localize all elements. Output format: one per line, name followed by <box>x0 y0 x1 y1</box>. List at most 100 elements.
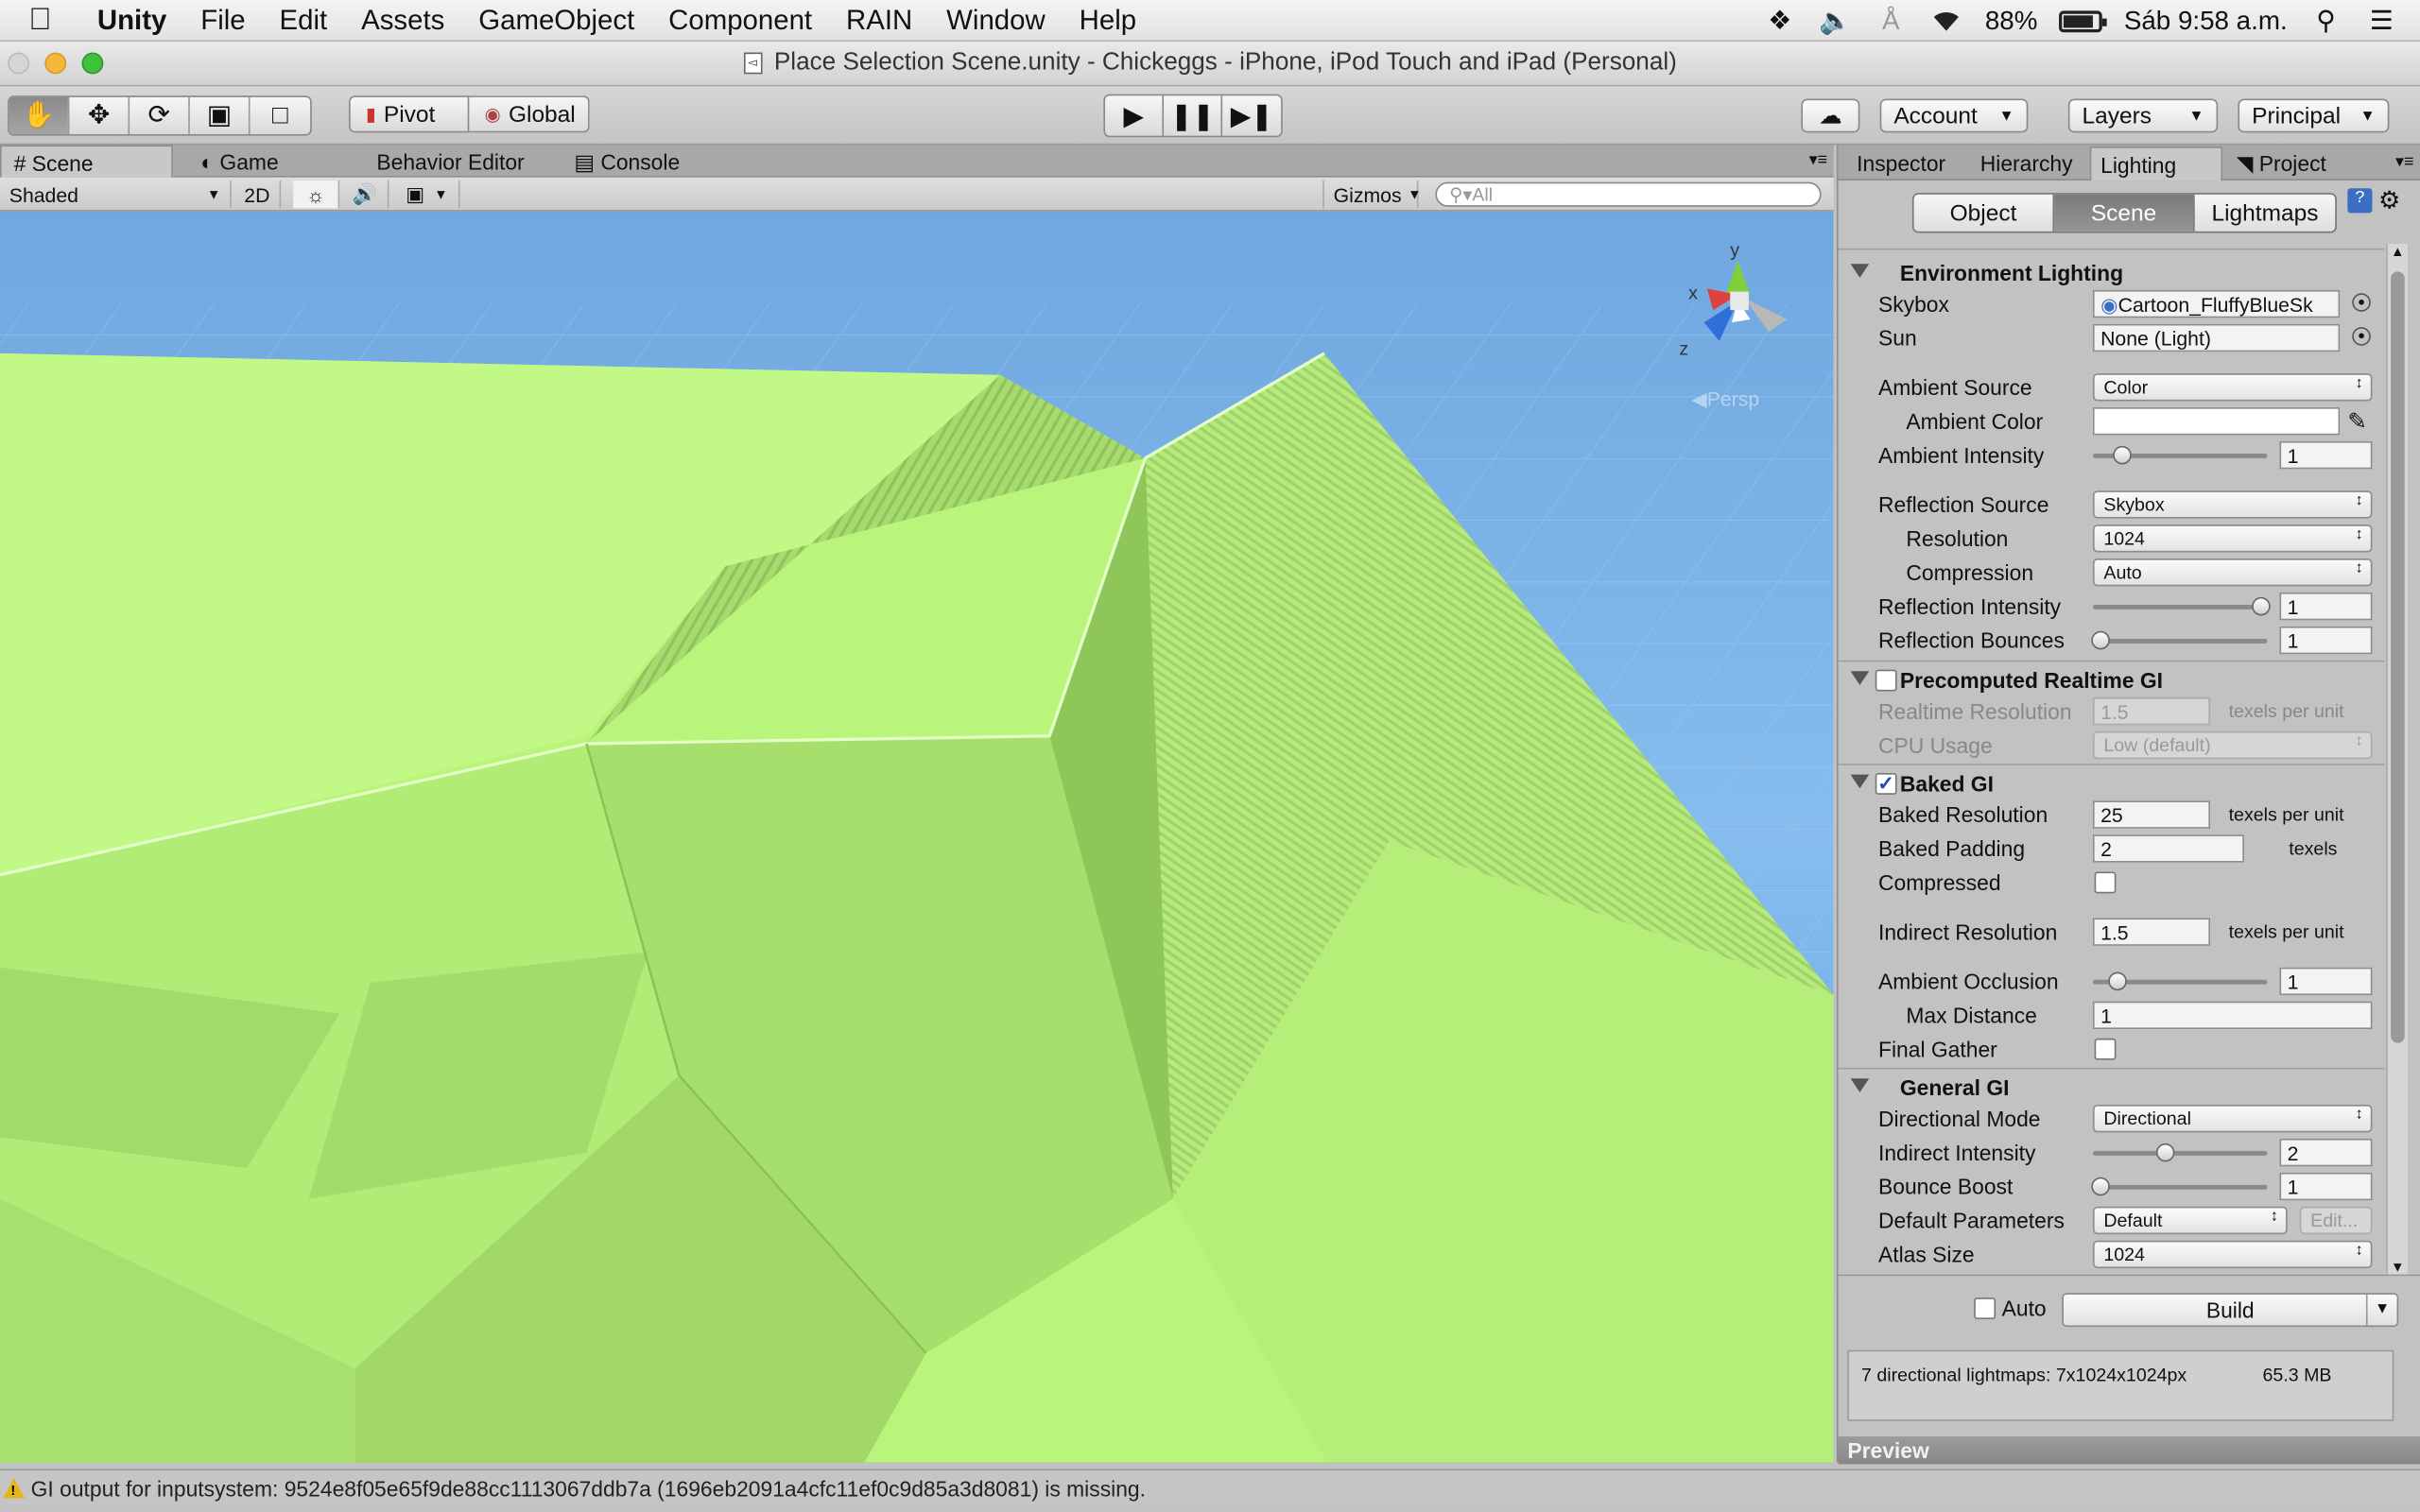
gizmos-dropdown[interactable]: Gizmos ▼ <box>1322 180 1422 209</box>
dropbox-icon[interactable]: ❖ <box>1763 8 1797 34</box>
tab-console[interactable]: ▤ Console <box>562 145 692 177</box>
bounce-boost-input[interactable]: 1 <box>2279 1172 2373 1201</box>
tab-inspector[interactable]: Inspector <box>1847 146 1955 180</box>
ambient-color-swatch[interactable] <box>2092 407 2341 436</box>
indirect-resolution-input[interactable]: 1.5 <box>2092 918 2211 946</box>
foldout-arrow-icon[interactable] <box>1850 1078 1870 1092</box>
preview-header[interactable]: Preview <box>1838 1436 2420 1465</box>
bounce-boost-slider[interactable] <box>2092 1184 2268 1190</box>
compressed-checkbox[interactable] <box>2094 871 2117 894</box>
play-icon[interactable]: ▶ <box>1105 95 1165 136</box>
panel-menu-icon[interactable]: ▾≡ <box>2395 151 2414 172</box>
tab-scene[interactable]: # Scene <box>0 145 173 178</box>
tab-project[interactable]: ◥ Project <box>2227 146 2336 180</box>
battery-icon[interactable] <box>2059 9 2107 32</box>
indirect-intensity-input[interactable]: 2 <box>2279 1138 2373 1167</box>
hand-tool-icon[interactable]: ✋ <box>9 96 70 135</box>
section-precomputed-realtime-gi[interactable]: Precomputed Realtime GI <box>1839 663 2385 697</box>
scale-tool-icon[interactable]: ▣ <box>190 96 251 135</box>
skybox-field[interactable]: ◉Cartoon_FluffyBlueSk <box>2092 289 2341 318</box>
status-bar[interactable]: ! GI output for inputsystem: 9524e8f05e6… <box>0 1469 2420 1506</box>
tab-lighting[interactable]: Lighting <box>2089 146 2223 181</box>
directional-mode-dropdown[interactable]: Directional ↕ <box>2092 1105 2373 1133</box>
slider-handle[interactable] <box>2155 1143 2175 1162</box>
pause-icon[interactable]: ❚❚ <box>1164 95 1223 136</box>
foldout-arrow-icon[interactable] <box>1850 671 1870 685</box>
eyedropper-icon[interactable]: ✎ <box>2347 407 2367 436</box>
object-picker-icon[interactable]: ● <box>2352 327 2371 346</box>
foldout-arrow-icon[interactable] <box>1850 774 1870 789</box>
pivot-toggle[interactable]: ▮ Pivot <box>348 95 470 133</box>
tab-game[interactable]: ◐ Game <box>188 145 291 177</box>
step-icon[interactable]: ▶❚ <box>1222 95 1281 135</box>
close-window-button[interactable] <box>8 52 30 75</box>
slider-handle[interactable] <box>2113 445 2132 465</box>
menu-file[interactable]: File <box>183 4 262 36</box>
menu-component[interactable]: Component <box>651 4 829 36</box>
default-parameters-dropdown[interactable]: Default ↕ <box>2092 1206 2288 1235</box>
object-picker-icon[interactable]: ● <box>2352 293 2371 312</box>
cpu-usage-dropdown[interactable]: Low (default) ↕ <box>2092 730 2373 760</box>
tab-object[interactable]: Object <box>1914 194 2055 232</box>
scene-viewport[interactable]: y x z ◀Persp <box>0 211 1834 1463</box>
baked-padding-input[interactable]: 2 <box>2092 834 2244 863</box>
baked-resolution-input[interactable]: 25 <box>2092 800 2211 829</box>
max-distance-input[interactable]: 1 <box>2092 1001 2373 1030</box>
tab-behavior-editor[interactable]: Behavior Editor <box>364 145 536 177</box>
zoom-window-button[interactable] <box>81 52 104 75</box>
ambient-occlusion-input[interactable]: 1 <box>2279 967 2373 996</box>
gear-icon[interactable]: ⚙ <box>2378 185 2400 216</box>
help-icon[interactable]: ? <box>2347 188 2373 214</box>
volume-icon[interactable]: 🔈 <box>1819 8 1853 34</box>
rect-tool-icon[interactable]: □ <box>250 97 310 134</box>
bluetooth-icon[interactable]: Å <box>1874 8 1908 34</box>
layers-dropdown[interactable]: Layers ▼ <box>2067 98 2219 133</box>
menu-window[interactable]: Window <box>929 4 1062 36</box>
section-baked-gi[interactable]: ✓ Baked GI <box>1839 766 2385 800</box>
baked-gi-checkbox[interactable]: ✓ <box>1875 772 1897 795</box>
global-toggle[interactable]: ◉ Global <box>469 95 590 133</box>
panel-menu-icon[interactable]: ▾≡ <box>1809 149 1828 170</box>
move-tool-icon[interactable]: ✥ <box>69 96 130 135</box>
spotlight-search-icon[interactable]: ⚲ <box>2309 8 2343 34</box>
tab-scene-lighting[interactable]: Scene <box>2054 194 2195 232</box>
scene-effects-dropdown[interactable]: ▣ ▼ <box>395 180 460 209</box>
reflection-bounces-input[interactable]: 1 <box>2279 626 2373 655</box>
notification-center-icon[interactable]: ☰ <box>2364 8 2398 34</box>
ambient-source-dropdown[interactable]: Color ↕ <box>2092 373 2373 402</box>
projection-label[interactable]: ◀Persp <box>1691 387 1759 412</box>
scene-orientation-gizmo[interactable]: y x z <box>1679 230 1803 384</box>
slider-handle[interactable] <box>2252 596 2271 616</box>
menu-assets[interactable]: Assets <box>344 4 461 36</box>
foldout-arrow-icon[interactable] <box>1850 264 1870 278</box>
indirect-intensity-slider[interactable] <box>2092 1150 2268 1156</box>
cloud-services-button[interactable]: ☁ <box>1801 98 1860 133</box>
account-dropdown[interactable]: Account ▼ <box>1879 98 2029 133</box>
tab-hierarchy[interactable]: Hierarchy <box>1971 146 2082 180</box>
layout-dropdown[interactable]: Principal ▼ <box>2238 98 2390 133</box>
reflection-source-dropdown[interactable]: Skybox ↕ <box>2092 490 2373 519</box>
realtime-resolution-input[interactable]: 1.5 <box>2092 696 2211 726</box>
edit-parameters-button[interactable]: Edit... <box>2299 1206 2373 1235</box>
scrollbar-thumb[interactable] <box>2391 271 2405 1043</box>
menu-help[interactable]: Help <box>1063 4 1153 36</box>
slider-handle[interactable] <box>2091 630 2110 650</box>
compression-dropdown[interactable]: Auto ↕ <box>2092 558 2373 587</box>
build-button[interactable]: Build ▼ <box>2062 1293 2399 1328</box>
final-gather-checkbox[interactable] <box>2094 1038 2117 1060</box>
slider-handle[interactable] <box>2091 1177 2110 1196</box>
slider-handle[interactable] <box>2108 971 2127 991</box>
scroll-up-icon[interactable]: ▲ <box>2391 244 2405 259</box>
section-general-gi[interactable]: General GI <box>1839 1071 2385 1105</box>
atlas-size-dropdown[interactable]: 1024 ↕ <box>2092 1240 2373 1269</box>
scene-search-input[interactable]: ⚲▾All <box>1435 181 1822 207</box>
apple-menu-icon[interactable]:  <box>0 2 80 38</box>
chevron-down-icon[interactable]: ▼ <box>2365 1294 2397 1326</box>
toggle-2d-button[interactable]: 2D <box>234 180 282 209</box>
scene-lighting-toggle[interactable]: ☼ <box>293 180 340 209</box>
sun-field[interactable]: None (Light) <box>2092 323 2341 352</box>
menu-gameobject[interactable]: GameObject <box>461 4 651 36</box>
resolution-dropdown[interactable]: 1024 ↕ <box>2092 524 2373 553</box>
menu-edit[interactable]: Edit <box>263 4 345 36</box>
clock[interactable]: Sáb 9:58 a.m. <box>2124 6 2288 37</box>
